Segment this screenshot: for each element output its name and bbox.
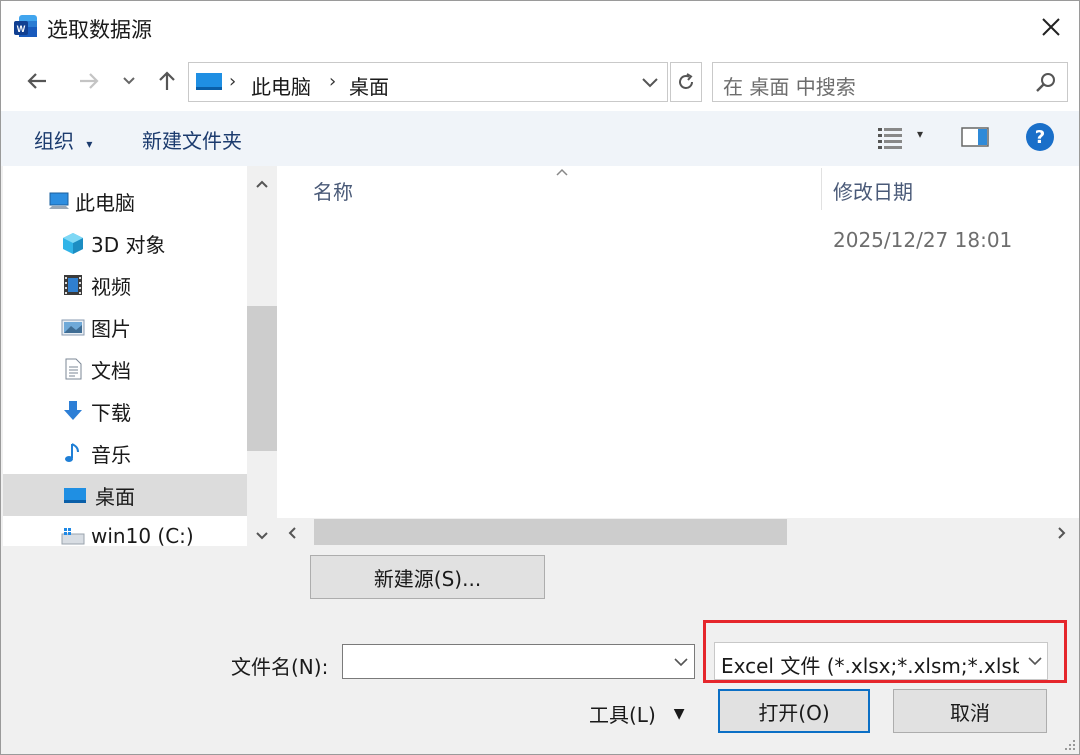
address-bar[interactable]: › 此电脑 › 桌面 bbox=[188, 62, 668, 102]
column-divider[interactable] bbox=[821, 168, 822, 210]
sidebar-item-music[interactable]: 音乐 bbox=[3, 432, 247, 474]
dropdown-arrow-icon: ▾ bbox=[86, 137, 93, 151]
svg-text:W: W bbox=[17, 24, 26, 34]
video-icon bbox=[64, 275, 82, 295]
sidebar-item-label: 音乐 bbox=[91, 442, 131, 467]
sidebar-item-documents[interactable]: 文档 bbox=[3, 348, 247, 390]
music-icon bbox=[65, 443, 79, 462]
help-button[interactable]: ? bbox=[1026, 123, 1054, 151]
sidebar-item-downloads[interactable]: 下载 bbox=[3, 390, 247, 432]
sidebar-item-label: 下载 bbox=[91, 400, 131, 425]
search-box[interactable]: 在 桌面 中搜索 bbox=[712, 62, 1068, 102]
refresh-icon bbox=[679, 73, 693, 89]
recent-locations-button[interactable] bbox=[116, 67, 142, 95]
drive-icon bbox=[61, 528, 85, 545]
navigation-pane: 此电脑 3D 对象 视频 图片 文档 下载 音乐 桌面 win10 (C:) bbox=[3, 166, 247, 546]
close-button[interactable] bbox=[1031, 9, 1071, 45]
open-button[interactable]: 打开(O) bbox=[718, 689, 870, 733]
search-input[interactable]: 在 桌面 中搜索 bbox=[723, 71, 856, 100]
highlight-annotation bbox=[703, 620, 1067, 683]
new-folder-button[interactable]: 新建文件夹 bbox=[142, 125, 242, 154]
breadcrumb-separator-icon: › bbox=[329, 71, 337, 92]
breadcrumb-separator-icon: › bbox=[229, 71, 237, 92]
file-list-pane: 名称 修改日期 2025/12/27 18:01 bbox=[277, 166, 1079, 518]
preview-pane-button[interactable] bbox=[961, 126, 991, 150]
help-icon: ? bbox=[1034, 126, 1046, 148]
sidebar-item-this-pc[interactable]: 此电脑 bbox=[3, 180, 247, 222]
organize-label: 组织 bbox=[34, 129, 74, 153]
search-icon bbox=[1036, 73, 1055, 92]
scroll-down-icon[interactable] bbox=[255, 526, 269, 545]
preview-pane-icon bbox=[961, 127, 989, 147]
forward-button[interactable] bbox=[73, 65, 105, 97]
sidebar-item-drive-c[interactable]: win10 (C:) bbox=[3, 516, 247, 546]
tools-button[interactable]: 工具(L) ▼ bbox=[589, 699, 685, 728]
chevron-down-icon[interactable] bbox=[641, 77, 659, 89]
cancel-button[interactable]: 取消 bbox=[893, 689, 1047, 733]
sidebar-item-3d-objects[interactable]: 3D 对象 bbox=[3, 222, 247, 264]
breadcrumb-desktop[interactable]: 桌面 bbox=[349, 71, 389, 100]
computer-icon bbox=[49, 192, 69, 209]
filename-input[interactable] bbox=[347, 649, 657, 674]
navigation-bar: › 此电脑 › 桌面 在 桌面 中搜索 bbox=[1, 53, 1079, 111]
desktop-icon bbox=[64, 488, 86, 503]
chevron-down-icon bbox=[123, 77, 135, 85]
dialog-title: 选取数据源 bbox=[47, 18, 152, 42]
sidebar-item-desktop[interactable]: 桌面 bbox=[3, 474, 247, 516]
new-source-button[interactable]: 新建源(S)... bbox=[310, 555, 545, 599]
title-bar: W 选取数据源 bbox=[1, 1, 1079, 53]
sidebar-item-label: 3D 对象 bbox=[91, 232, 166, 257]
tools-label: 工具(L) bbox=[589, 703, 656, 727]
arrow-left-icon bbox=[27, 73, 46, 89]
chevron-down-icon[interactable] bbox=[673, 657, 689, 667]
dropdown-arrow-icon: ▾ bbox=[917, 127, 924, 141]
scroll-up-icon[interactable] bbox=[255, 174, 269, 193]
up-button[interactable] bbox=[151, 65, 183, 97]
close-icon bbox=[1042, 18, 1060, 36]
sidebar-item-label: 文档 bbox=[91, 358, 131, 383]
breadcrumb-this-pc[interactable]: 此电脑 bbox=[251, 71, 311, 100]
sidebar-item-label: 此电脑 bbox=[75, 190, 135, 215]
sort-ascending-icon bbox=[555, 162, 569, 181]
file-list-horizontal-scrollbar[interactable] bbox=[277, 518, 1079, 546]
sidebar-item-label: 视频 bbox=[91, 274, 131, 299]
3d-objects-icon bbox=[63, 233, 83, 254]
back-button[interactable] bbox=[21, 65, 53, 97]
file-dialog-window: W 选取数据源 › 此电脑 › 桌面 在 桌面 中搜索 组织 ▾ 新建文件夹 ▾… bbox=[0, 0, 1080, 755]
column-header-modified[interactable]: 修改日期 bbox=[833, 176, 913, 205]
documents-icon bbox=[65, 358, 82, 380]
refresh-button[interactable] bbox=[670, 62, 702, 102]
details-view-icon bbox=[878, 128, 902, 149]
filename-combobox[interactable] bbox=[342, 644, 695, 679]
organize-button[interactable]: 组织 ▾ bbox=[34, 125, 92, 154]
resize-grip-icon[interactable] bbox=[1063, 738, 1077, 752]
sidebar-item-videos[interactable]: 视频 bbox=[3, 264, 247, 306]
file-row-modified: 2025/12/27 18:01 bbox=[833, 228, 1013, 252]
command-toolbar: 组织 ▾ 新建文件夹 ▾ ? bbox=[1, 111, 1079, 166]
scrollbar-thumb[interactable] bbox=[247, 306, 277, 451]
sidebar-item-label: 桌面 bbox=[95, 484, 135, 509]
scrollbar-thumb[interactable] bbox=[314, 519, 787, 545]
column-header-name[interactable]: 名称 bbox=[313, 176, 353, 205]
desktop-icon bbox=[196, 73, 222, 90]
dropdown-arrow-icon: ▼ bbox=[673, 705, 685, 722]
sidebar-item-pictures[interactable]: 图片 bbox=[3, 306, 247, 348]
sidebar-item-label: win10 (C:) bbox=[91, 524, 194, 546]
file-row[interactable]: 2025/12/27 18:01 bbox=[277, 218, 1079, 260]
arrow-up-icon bbox=[159, 71, 175, 90]
arrow-right-icon bbox=[80, 73, 99, 89]
scroll-left-icon[interactable] bbox=[287, 525, 297, 544]
navigation-pane-scrollbar[interactable] bbox=[247, 166, 277, 546]
change-view-button[interactable]: ▾ bbox=[877, 126, 933, 152]
pictures-icon bbox=[61, 319, 85, 336]
scroll-right-icon[interactable] bbox=[1057, 525, 1067, 544]
word-app-icon: W bbox=[14, 15, 37, 37]
sidebar-item-label: 图片 bbox=[91, 316, 131, 341]
filename-label: 文件名(N): bbox=[231, 655, 329, 679]
download-icon bbox=[64, 401, 82, 420]
